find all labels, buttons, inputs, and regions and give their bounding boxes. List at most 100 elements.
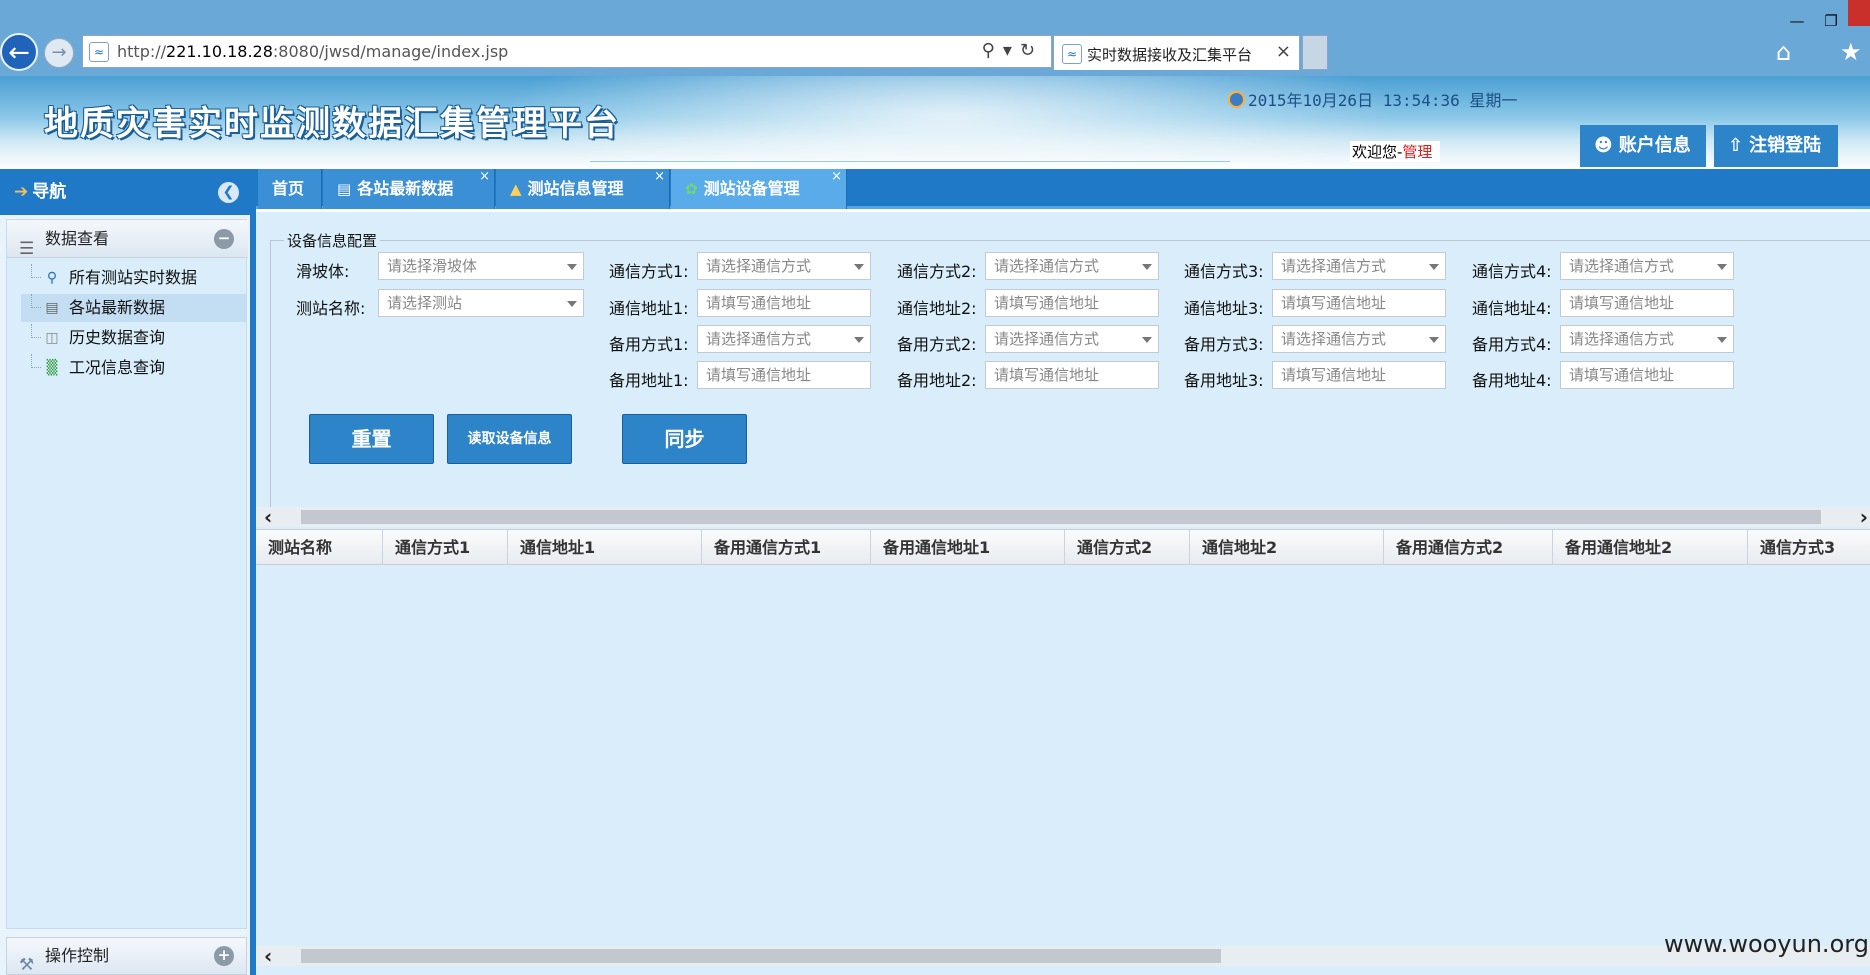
grid-col-comm-mode-1[interactable]: 通信方式1 xyxy=(383,530,508,565)
backup-mode-2-select[interactable]: 请选择通信方式 xyxy=(985,325,1159,353)
browser-tab[interactable]: ≈ 实时数据接收及汇集平台 × xyxy=(1053,35,1300,70)
form-horizontal-scrollbar[interactable]: ‹ › xyxy=(256,505,1870,529)
tree-item-all-realtime[interactable]: ⚲ 所有测站实时数据 xyxy=(21,264,247,292)
comm-mode-2-select[interactable]: 请选择通信方式 xyxy=(985,252,1159,280)
collapse-section-icon[interactable]: − xyxy=(214,229,234,249)
logout-button[interactable]: ⇧ 注销登陆 xyxy=(1714,125,1838,167)
backup-addr-4-input[interactable] xyxy=(1560,361,1734,389)
refresh-icon[interactable]: ↻ xyxy=(1020,40,1043,61)
station-select[interactable]: 请选择测站 xyxy=(378,289,584,317)
watermark-text: www.wooyun.org xyxy=(1664,930,1869,958)
comm-addr-1-input[interactable] xyxy=(697,289,871,317)
tab-strip: 首页 ▤ 各站最新数据 × ▲ 测站信息管理 × ✿ 测站设备管理 × xyxy=(256,169,1870,209)
new-tab-button[interactable] xyxy=(1302,35,1328,70)
backup-mode-4-label: 备用方式4: xyxy=(1472,335,1552,354)
dropdown-icon[interactable]: ▾ xyxy=(1003,40,1020,61)
grid-col-comm-addr-1[interactable]: 通信地址1 xyxy=(508,530,702,565)
tab-latest-data[interactable]: ▤ 各站最新数据 × xyxy=(323,169,495,209)
signpost-icon: ➔ xyxy=(14,182,29,202)
upload-icon: ⇧ xyxy=(1728,135,1744,156)
chevron-down-icon xyxy=(1142,337,1152,343)
backup-addr-1-label: 备用地址1: xyxy=(609,371,689,390)
database-stack-icon: ☰ xyxy=(19,239,35,259)
accordion-operation-control[interactable]: ⚒ 操作控制 + xyxy=(6,937,247,975)
comm-addr-2-input[interactable] xyxy=(985,289,1159,317)
chevron-down-icon xyxy=(567,264,577,270)
site-favicon-icon: ≈ xyxy=(89,42,109,62)
collapse-nav-icon[interactable]: ❮ xyxy=(218,182,239,203)
close-tab-icon[interactable]: × xyxy=(1276,41,1291,62)
address-bar[interactable]: ≈ http://221.10.18.28:8080/jwsd/manage/i… xyxy=(82,35,1052,68)
backup-addr-4-label: 备用地址4: xyxy=(1472,371,1552,390)
comm-addr-2-label: 通信地址2: xyxy=(897,299,977,318)
chevron-down-icon xyxy=(1717,264,1727,270)
chevron-down-icon xyxy=(854,264,864,270)
comm-mode-4-select[interactable]: 请选择通信方式 xyxy=(1560,252,1734,280)
backup-mode-4-select[interactable]: 请选择通信方式 xyxy=(1560,325,1734,353)
url-text[interactable]: http://221.10.18.28:8080/jwsd/manage/ind… xyxy=(117,42,508,61)
grid-col-backup-addr-2[interactable]: 备用通信地址2 xyxy=(1553,530,1748,565)
account-info-button[interactable]: ☻ 账户信息 xyxy=(1580,125,1706,167)
tree-item-history-query[interactable]: ◫ 历史数据查询 xyxy=(21,324,247,352)
backup-addr-2-input[interactable] xyxy=(985,361,1159,389)
chevron-down-icon xyxy=(1429,337,1439,343)
device-icon: ✿ xyxy=(685,180,698,198)
scroll-right-icon[interactable]: › xyxy=(1860,505,1868,529)
scroll-thumb[interactable] xyxy=(301,949,1221,963)
read-device-info-button[interactable]: 读取设备信息 xyxy=(447,414,572,464)
chevron-down-icon xyxy=(1717,337,1727,343)
home-icon[interactable]: ⌂ xyxy=(1776,38,1791,66)
backup-addr-2-label: 备用地址2: xyxy=(897,371,977,390)
window-close-icon[interactable] xyxy=(1848,0,1870,26)
favorites-star-icon[interactable]: ★ xyxy=(1840,38,1862,66)
grid-col-comm-addr-2[interactable]: 通信地址2 xyxy=(1190,530,1384,565)
grid-col-backup-mode-2[interactable]: 备用通信方式2 xyxy=(1384,530,1553,565)
comm-mode-4-label: 通信方式4: xyxy=(1472,262,1552,281)
grid-col-backup-mode-1[interactable]: 备用通信方式1 xyxy=(702,530,871,565)
tree-item-status-query[interactable]: ▒ 工况信息查询 xyxy=(21,354,247,382)
comm-mode-1-select[interactable]: 请选择通信方式 xyxy=(697,252,871,280)
grid-col-station-name[interactable]: 测站名称 xyxy=(256,530,383,565)
accordion-data-view[interactable]: ☰ 数据查看 − xyxy=(7,220,248,259)
tree-item-latest-data[interactable]: ▤ 各站最新数据 xyxy=(21,294,247,322)
restore-icon[interactable]: ❐ xyxy=(1814,9,1848,35)
forward-icon[interactable]: → xyxy=(44,38,74,68)
close-tab-icon[interactable]: × xyxy=(831,157,842,197)
sync-button[interactable]: 同步 xyxy=(622,414,747,464)
backup-addr-3-label: 备用地址3: xyxy=(1184,371,1264,390)
scroll-left-icon[interactable]: ‹ xyxy=(264,505,272,529)
slope-select[interactable]: 请选择滑坡体 xyxy=(378,252,584,280)
browser-tab-title: 实时数据接收及汇集平台 xyxy=(1087,46,1253,64)
comm-mode-3-select[interactable]: 请选择通信方式 xyxy=(1272,252,1446,280)
comm-addr-4-input[interactable] xyxy=(1560,289,1734,317)
backup-mode-3-select[interactable]: 请选择通信方式 xyxy=(1272,325,1446,353)
back-icon[interactable]: ← xyxy=(0,33,38,71)
backup-mode-1-select[interactable]: 请选择通信方式 xyxy=(697,325,871,353)
minimize-icon[interactable]: — xyxy=(1780,9,1814,35)
database-icon: ◫ xyxy=(45,330,59,346)
reset-button[interactable]: 重置 xyxy=(309,414,434,464)
tab-station-device[interactable]: ✿ 测站设备管理 × xyxy=(671,169,847,209)
grid-horizontal-scrollbar[interactable]: ‹ xyxy=(256,944,1870,968)
grid-col-comm-mode-3[interactable]: 通信方式3 xyxy=(1748,530,1870,565)
backup-addr-3-input[interactable] xyxy=(1272,361,1446,389)
comm-addr-3-label: 通信地址3: xyxy=(1184,299,1264,318)
backup-addr-1-input[interactable] xyxy=(697,361,871,389)
close-tab-icon[interactable]: × xyxy=(479,157,490,197)
grid-col-comm-mode-2[interactable]: 通信方式2 xyxy=(1065,530,1190,565)
comm-addr-1-label: 通信地址1: xyxy=(609,299,689,318)
grid-header: 测站名称 通信方式1 通信地址1 备用通信方式1 备用通信地址1 通信方式2 通… xyxy=(256,529,1870,565)
app-header: 地质灾害实时监测数据汇集管理平台 2015年10月26日 13:54:36 星期… xyxy=(0,76,1870,169)
search-icon[interactable]: ⚲ xyxy=(982,40,1003,61)
grid-col-backup-addr-1[interactable]: 备用通信地址1 xyxy=(871,530,1065,565)
chevron-down-icon xyxy=(567,301,577,307)
tab-station-info[interactable]: ▲ 测站信息管理 × xyxy=(496,169,670,209)
current-datetime: 2015年10月26日 13:54:36 星期一 xyxy=(1228,87,1517,111)
tab-home[interactable]: 首页 xyxy=(258,169,322,209)
comm-addr-3-input[interactable] xyxy=(1272,289,1446,317)
scroll-left-icon[interactable]: ‹ xyxy=(264,944,272,968)
browser-chrome: ← → ≈ http://221.10.18.28:8080/jwsd/mana… xyxy=(0,0,1870,76)
close-tab-icon[interactable]: × xyxy=(654,157,665,197)
scroll-thumb[interactable] xyxy=(301,510,1821,524)
expand-section-icon[interactable]: + xyxy=(214,946,234,966)
